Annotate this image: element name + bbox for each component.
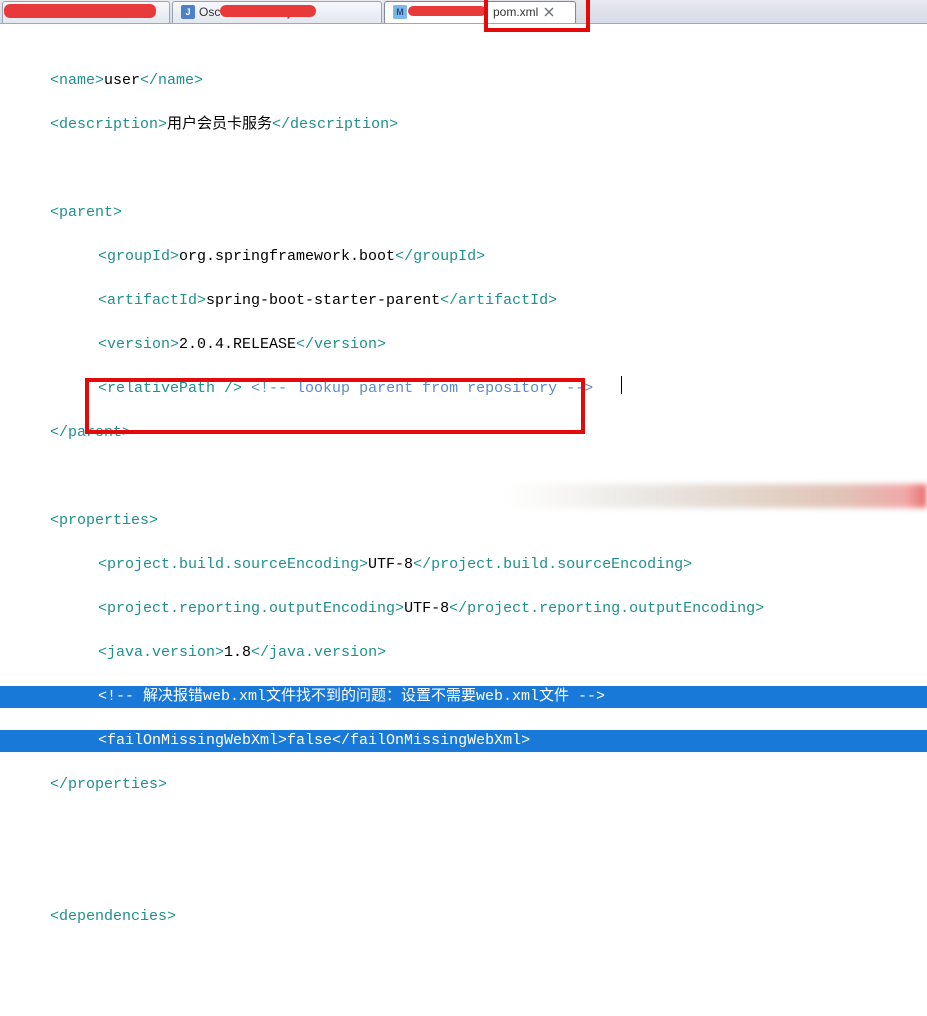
- text-caret-icon: [621, 376, 622, 394]
- code-line-selected: <failOnMissingWebXml>false</failOnMissin…: [0, 730, 927, 752]
- code-line: </parent>: [0, 422, 927, 444]
- code-line: <java.version>1.8</java.version>: [0, 642, 927, 664]
- code-line: <artifactId>spring-boot-starter-parent</…: [0, 290, 927, 312]
- java-file-icon: J: [181, 5, 195, 19]
- maven-file-icon: M: [393, 5, 407, 19]
- xml-editor[interactable]: <name>user</name> <description>用户会员卡服务</…: [0, 24, 927, 1016]
- annotation-scribble-1: [4, 4, 156, 18]
- code-line: <parent>: [0, 202, 927, 224]
- code-blank: [0, 862, 927, 884]
- code-blank: [0, 158, 927, 180]
- code-line: <version>2.0.4.RELEASE</version>: [0, 334, 927, 356]
- code-line: <relativePath /> <!-- lookup parent from…: [0, 378, 927, 400]
- code-line-selected: <!-- 解决报错web.xml文件找不到的问题：设置不需要web.xml文件 …: [0, 686, 927, 708]
- code-line: <project.reporting.outputEncoding>UTF-8<…: [0, 598, 927, 620]
- code-line: <properties>: [0, 510, 927, 532]
- annotation-scribble-2: [220, 5, 316, 17]
- close-icon[interactable]: [544, 7, 554, 17]
- code-line: </properties>: [0, 774, 927, 796]
- annotation-scribble-3: [408, 6, 486, 16]
- code-line: <name>user</name>: [0, 70, 927, 92]
- code-blank: [0, 818, 927, 840]
- blurred-region: [507, 484, 927, 508]
- tab-3-label: pom.xml: [493, 5, 538, 19]
- code-line: <dependencies>: [0, 906, 927, 928]
- code-line: <groupId>org.springframework.boot</group…: [0, 246, 927, 268]
- code-line: <project.build.sourceEncoding>UTF-8</pro…: [0, 554, 927, 576]
- tab-2-prefix: Osc: [199, 5, 220, 19]
- code-line: <description>用户会员卡服务</description>: [0, 114, 927, 136]
